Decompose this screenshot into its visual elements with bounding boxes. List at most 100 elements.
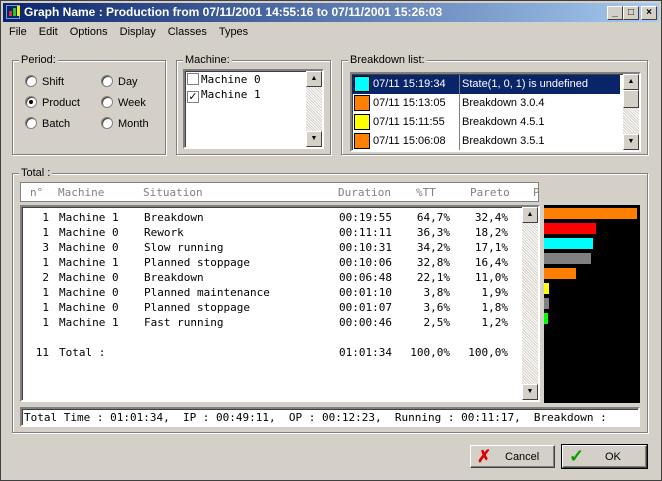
cell-machine: Machine 0: [59, 301, 119, 314]
radio-batch[interactable]: Batch: [25, 117, 70, 130]
table-row[interactable]: 1 Machine 1 Fast running 00:00:46 2,5% 1,2%: [22, 316, 522, 331]
minimize-button[interactable]: _: [607, 6, 623, 20]
menu-classes[interactable]: Classes: [162, 23, 213, 41]
cell-pareto: 16,4%: [474, 256, 508, 269]
cancel-button[interactable]: ✗ Cancel: [470, 445, 555, 468]
breakdown-time: 07/11 15:06:08: [373, 135, 446, 147]
scroll-thumb[interactable]: [623, 90, 639, 108]
table-row[interactable]: 1 Machine 0 Planned stoppage 00:01:07 3,6% 1,…: [22, 301, 522, 316]
color-swatch: [354, 95, 370, 111]
cell-n: 2: [42, 271, 49, 284]
radio-month-label: Month: [118, 118, 149, 130]
breakdown-group: Breakdown list: 07/11 15:19:34 State(1, …: [341, 54, 648, 155]
total-tt: 100,0%: [410, 346, 450, 359]
breakdown-item[interactable]: 07/11 15:06:08 Breakdown 3.5.1: [352, 132, 620, 150]
breakdown-scrollbar[interactable]: ▲ ▼: [623, 74, 639, 150]
ok-button[interactable]: ✓ OK: [561, 444, 648, 469]
total-label: Total :: [59, 346, 106, 359]
scroll-up-icon[interactable]: ▲: [623, 74, 639, 90]
header-duration: Duration: [338, 186, 391, 199]
table-row[interactable]: 1 Machine 1 Planned stoppage 00:10:06 32,8% 1…: [22, 256, 522, 271]
table-row[interactable]: 1 Machine 0 Rework 00:11:11 36,3% 18,2%: [22, 226, 522, 241]
radio-product[interactable]: Product: [25, 96, 80, 109]
radio-shift[interactable]: Shift: [25, 75, 64, 88]
radio-icon: [101, 96, 113, 108]
machine-0-checkbox[interactable]: Machine 0: [187, 73, 261, 86]
scroll-down-icon[interactable]: ▼: [623, 134, 639, 150]
period-group: Period: Shift Product Batch Day Week Mon…: [12, 54, 166, 155]
scroll-down-icon[interactable]: ▼: [306, 131, 322, 147]
header-extra: P: [533, 186, 540, 199]
cell-machine: Machine 0: [59, 226, 119, 239]
menu-display[interactable]: Display: [114, 23, 162, 41]
cell-situation: Planned maintenance: [144, 286, 270, 299]
table-scrollbar[interactable]: ▲ ▼: [522, 207, 538, 400]
maximize-button[interactable]: □: [623, 6, 639, 20]
breakdown-desc: Breakdown 3.0.4: [462, 97, 545, 109]
radio-day-label: Day: [118, 76, 138, 88]
scroll-up-icon[interactable]: ▲: [306, 71, 322, 87]
cell-tt: 34,2%: [416, 241, 450, 254]
summary-status-text: Total Time : 01:01:34, IP : 00:49:11, OP…: [24, 411, 607, 424]
radio-week[interactable]: Week: [101, 96, 146, 109]
cell-n: 1: [42, 256, 49, 269]
cell-n: 1: [42, 316, 49, 329]
radio-month[interactable]: Month: [101, 117, 149, 130]
table-row[interactable]: 3 Machine 0 Slow running 00:10:31 34,2% 17,1%: [22, 241, 522, 256]
pareto-bar: [544, 283, 549, 294]
machine-1-checkbox[interactable]: ✓ Machine 1: [187, 88, 261, 103]
column-separator: [459, 132, 460, 150]
cell-duration: 00:10:06: [339, 256, 392, 269]
column-separator: [459, 113, 460, 132]
breakdown-time: 07/11 15:19:34: [373, 78, 446, 90]
header-n: n°: [30, 186, 44, 199]
cell-situation: Breakdown: [144, 271, 204, 284]
pareto-bar-chart: [544, 205, 640, 403]
cell-tt: 3,8%: [423, 286, 451, 299]
cell-machine: Machine 1: [59, 256, 119, 269]
breakdown-item[interactable]: 07/11 15:13:05 Breakdown 3.0.4: [352, 94, 620, 113]
menu-bar: File Edit Options Display Classes Types: [3, 23, 659, 41]
table-body: 1 Machine 1 Breakdown 00:19:55 64,7% 32,4% 1 Ma…: [22, 207, 522, 400]
pareto-bar: [544, 253, 591, 264]
cell-pareto: 17,1%: [474, 241, 508, 254]
menu-edit[interactable]: Edit: [33, 23, 64, 41]
table-row[interactable]: 1 Machine 0 Planned maintenance 00:01:10 3,8…: [22, 286, 522, 301]
checkmark-icon: ✓: [187, 90, 199, 103]
color-swatch: [354, 76, 370, 92]
table-row[interactable]: 1 Machine 1 Breakdown 00:19:55 64,7% 32,4%: [22, 211, 522, 226]
title-bar[interactable]: Graph Name : Production from 07/11/2001 …: [3, 3, 659, 22]
machine-scrollbar[interactable]: ▲ ▼: [306, 71, 322, 147]
radio-shift-label: Shift: [42, 76, 65, 88]
cell-pareto: 18,2%: [474, 226, 508, 239]
radio-day[interactable]: Day: [101, 75, 138, 88]
scroll-down-icon[interactable]: ▼: [522, 384, 538, 400]
pareto-bar: [544, 268, 576, 279]
color-swatch: [354, 133, 370, 149]
breakdown-time: 07/11 15:13:05: [373, 97, 446, 109]
cell-duration: 00:01:07: [339, 301, 392, 314]
breakdown-item[interactable]: 07/11 15:11:55 Breakdown 4.5.1: [352, 113, 620, 132]
app-icon: [6, 5, 20, 19]
column-separator: [459, 75, 460, 94]
total-label: Total :: [19, 167, 53, 179]
table-row[interactable]: 2 Machine 0 Breakdown 00:06:48 22,1% 11,0%: [22, 271, 522, 286]
cell-n: 1: [42, 301, 49, 314]
machine-group: Machine: Machine 0 ✓ Machine 1 ▲ ▼: [176, 54, 331, 155]
cell-pareto: 32,4%: [474, 211, 508, 224]
scroll-up-icon[interactable]: ▲: [522, 207, 538, 223]
cell-n: 1: [42, 211, 49, 224]
pareto-bar: [544, 313, 548, 324]
breakdown-item[interactable]: 07/11 15:19:34 State(1, 0, 1) is undefin…: [352, 75, 620, 94]
ok-label: OK: [605, 451, 621, 463]
cell-pareto: 1,9%: [481, 286, 509, 299]
close-button[interactable]: ×: [641, 6, 657, 20]
menu-types[interactable]: Types: [213, 23, 254, 41]
total-duration: 01:01:34: [339, 346, 392, 359]
pareto-bar: [544, 208, 637, 219]
breakdown-desc: Breakdown 3.5.1: [462, 135, 545, 147]
radio-product-label: Product: [42, 97, 80, 109]
menu-options[interactable]: Options: [64, 23, 114, 41]
ok-check-icon: ✓: [569, 446, 585, 466]
menu-file[interactable]: File: [3, 23, 33, 41]
